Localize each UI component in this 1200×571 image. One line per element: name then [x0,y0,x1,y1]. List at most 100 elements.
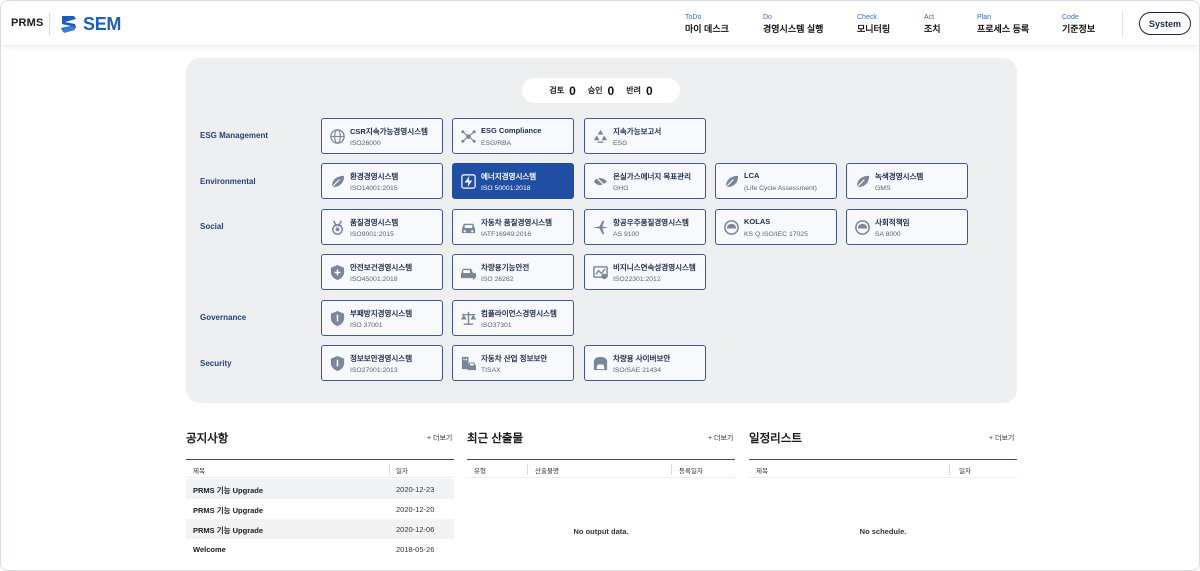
counter-review[interactable]: 검토 0 [549,84,575,98]
outputs-col-type: 유형 [474,468,486,475]
shield-plus-icon [330,264,345,281]
counter-reject-value: 0 [645,83,653,98]
notices-more-link[interactable]: + 더보기 [427,433,452,443]
globe-icon [330,129,345,144]
system-button[interactable]: System [1139,12,1191,35]
card-code: TISAX [481,367,501,374]
card-code: ISO 37001 [350,322,383,329]
column-divider [527,464,528,475]
nav-act[interactable]: Act 조치 [924,13,941,36]
outputs-more-link[interactable]: + 더보기 [708,433,733,443]
card-title: 지속가능보고서 [613,127,662,136]
card-business-continuity[interactable]: 비지니스연속성경영시스템 ISO22301:2012 [584,254,706,290]
schedule-col-date: 일자 [959,468,971,475]
card-tisax[interactable]: 자동차 산업 정보보안 TISAX [452,345,574,381]
card-title: 녹색경영시스템 [875,172,924,181]
card-code: ISO 26262 [481,276,514,283]
card-title: 컴플라이언스경영시스템 [481,309,557,318]
card-vehicle-functional-safety[interactable]: 차량용기능안전 ISO 26262 [452,254,574,290]
card-csr[interactable]: CSR지속가능경영시스템 ISO26000 [321,118,443,154]
card-env-management[interactable]: 환경경영시스템 ISO14001:2015 [321,163,443,199]
logo-divider [49,13,50,35]
nav-todo[interactable]: ToDo 마이 데스크 [685,13,729,36]
gauge-icon [724,220,739,235]
counter-approve[interactable]: 승인 0 [588,84,614,98]
cyber-car-icon [593,356,608,371]
card-code: (Life Cycle Assessment) [744,185,817,192]
nav-act-ko: 조치 [924,24,941,34]
card-code: ISO26000 [350,140,381,147]
card-title: 환경경영시스템 [350,172,399,181]
nav-do[interactable]: Do 경영시스템 실행 [763,13,823,36]
notices-table-header: 제목 일자 [186,459,454,478]
vehicle-safety-icon [460,268,477,281]
notice-date: 2020-12-20 [396,505,435,514]
approval-counter: 검토 0 승인 0 반려 0 [522,78,680,103]
prms-logo[interactable]: PRMS [11,17,44,29]
shield-icon [330,355,345,372]
card-lca[interactable]: LCA (Life Cycle Assessment) [715,163,837,199]
notice-title: Welcome [193,545,226,554]
airplane-icon [592,220,609,235]
nav-check[interactable]: Check 모니터링 [857,13,890,36]
card-green-management[interactable]: 녹색경영시스템 GMS [846,163,968,199]
nav-todo-en: ToDo [685,14,702,21]
notice-row[interactable]: PRMS 기능 Upgrade 2020-12-20 [186,499,454,519]
network-icon [461,130,476,143]
card-info-security[interactable]: 정보보안경영시스템 ISO27001:2013 [321,345,443,381]
leaf-icon [725,175,739,188]
card-quality-management[interactable]: 품질경영시스템 ISO9001:2015 [321,209,443,245]
continuity-icon [593,266,608,280]
card-social-responsibility[interactable]: 사회적책임 SA 8000 [846,209,968,245]
nav-divider [1122,11,1123,37]
card-code: GMS [875,185,891,192]
card-code: GHG [613,185,629,192]
medal-icon [332,220,343,235]
card-code: ISO14001:2015 [350,185,398,192]
card-anti-bribery[interactable]: 부패방지경영시스템 ISO 37001 [321,300,443,336]
card-auto-quality[interactable]: 자동차 품질경영시스템 IATF16949:2016 [452,209,574,245]
schedule-table-header: 제목 일자 [749,459,1017,478]
nav-check-ko: 모니터링 [857,24,891,34]
green-leaf-icon [856,175,870,188]
card-kolas[interactable]: KOLAS KS Q ISO/IEC 17025 [715,209,837,245]
card-title: 정보보안경영시스템 [350,354,413,363]
card-code: ISO37301 [481,322,512,329]
outputs-table-header: 유형 산출물명 등록일자 [467,459,735,478]
notice-row[interactable]: PRMS 기능 Upgrade 2020-12-23 [186,479,454,499]
category-social: Social [200,222,224,231]
card-compliance-management[interactable]: 컴플라이언스경영시스템 ISO37301 [452,300,574,336]
counter-reject[interactable]: 반려 0 [626,84,652,98]
sem-logo[interactable]: SEM [59,12,121,36]
notice-title: PRMS 기능 Upgrade [193,506,264,515]
eco-leaf-icon [593,175,608,188]
category-environmental: Environmental [200,177,256,186]
nav-code[interactable]: Code 기준정보 [1062,13,1095,36]
card-ghg[interactable]: 온실가스에너지 목표관리 GHG [584,163,706,199]
outputs-empty-message: No output data. [573,527,629,536]
nav-act-en: Act [924,14,935,21]
card-esg-compliance[interactable]: ESG Compliance ESG/RBA [452,118,574,154]
card-energy-management[interactable]: 에너지경영시스템 ISO 50001:2018 [452,163,574,199]
notice-date: 2020-12-06 [396,525,435,534]
sem-logo-icon [61,16,76,33]
card-title: 항공우주품질경영시스템 [613,218,689,227]
notice-row[interactable]: PRMS 기능 Upgrade 2020-12-06 [186,519,454,539]
category-esg: ESG Management [200,131,269,140]
counter-approve-label: 승인 [587,86,603,95]
card-title: 차량용 사이버보안 [613,354,671,363]
schedule-more-link[interactable]: + 더보기 [989,433,1014,443]
notices-title: 공지사항 [186,433,229,445]
card-safety-health[interactable]: 안전보건경영시스템 ISO45001:2018 [321,254,443,290]
card-title: CSR지속가능경영시스템 [350,127,428,136]
card-cyber-security[interactable]: 차량용 사이버보안 ISO/SAE 21434 [584,345,706,381]
nav-plan[interactable]: Plan 프로세스 등록 [977,13,1029,36]
card-code: ISO9001:2015 [350,231,394,238]
car-building-icon [461,356,477,371]
notice-row[interactable]: Welcome 2018-05-26 [186,539,454,559]
card-code: KS Q ISO/IEC 17025 [744,231,808,238]
notices-col-title: 제목 [193,468,205,475]
card-aerospace-quality[interactable]: 항공우주품질경영시스템 AS 9100 [584,209,706,245]
card-code: ISO22301:2012 [613,276,661,283]
card-sustainability-report[interactable]: 지속가능보고서 ESG [584,118,706,154]
